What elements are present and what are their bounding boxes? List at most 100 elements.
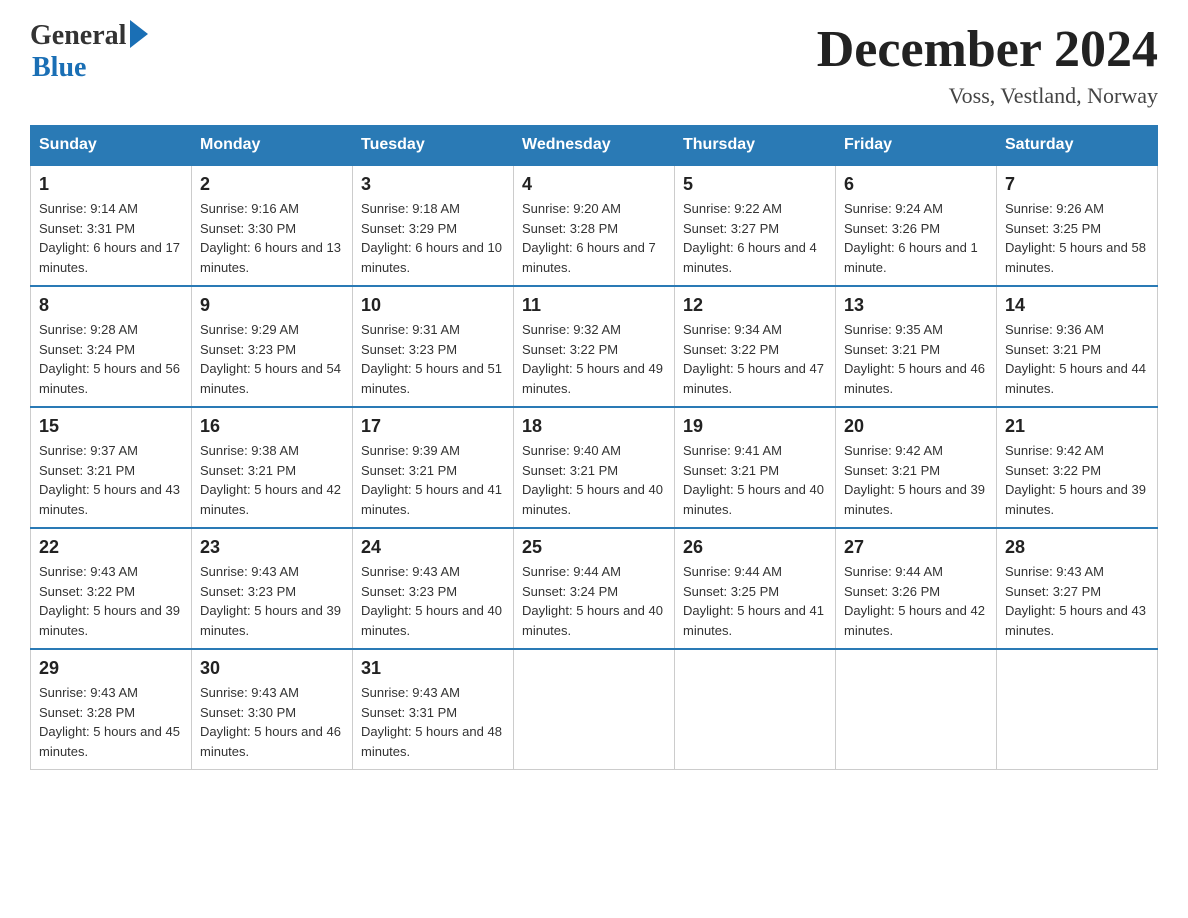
col-thursday: Thursday: [675, 126, 836, 166]
day-info: Sunrise: 9:36 AMSunset: 3:21 PMDaylight:…: [1005, 320, 1149, 398]
col-friday: Friday: [836, 126, 997, 166]
day-number: 18: [522, 416, 666, 437]
day-number: 26: [683, 537, 827, 558]
logo-blue-text: Blue: [32, 52, 86, 84]
col-saturday: Saturday: [997, 126, 1158, 166]
day-info: Sunrise: 9:34 AMSunset: 3:22 PMDaylight:…: [683, 320, 827, 398]
day-number: 14: [1005, 295, 1149, 316]
table-row: 30 Sunrise: 9:43 AMSunset: 3:30 PMDayligh…: [192, 649, 353, 770]
table-row: 17 Sunrise: 9:39 AMSunset: 3:21 PMDayligh…: [353, 407, 514, 528]
day-info: Sunrise: 9:39 AMSunset: 3:21 PMDaylight:…: [361, 441, 505, 519]
table-row: 1 Sunrise: 9:14 AMSunset: 3:31 PMDaylight…: [31, 165, 192, 286]
table-row: 28Sunrise: 9:43 AMSunset: 3:27 PMDayligh…: [997, 528, 1158, 649]
calendar-table: Sunday Monday Tuesday Wednesday Thursday…: [30, 125, 1158, 770]
table-row: 15 Sunrise: 9:37 AMSunset: 3:21 PMDayligh…: [31, 407, 192, 528]
day-number: 13: [844, 295, 988, 316]
table-row: [514, 649, 675, 770]
table-row: [836, 649, 997, 770]
table-row: 14 Sunrise: 9:36 AMSunset: 3:21 PMDayligh…: [997, 286, 1158, 407]
day-info: Sunrise: 9:24 AMSunset: 3:26 PMDaylight:…: [844, 199, 988, 277]
table-row: [675, 649, 836, 770]
day-number: 27: [844, 537, 988, 558]
table-row: [997, 649, 1158, 770]
table-row: 22Sunrise: 9:43 AMSunset: 3:22 PMDayligh…: [31, 528, 192, 649]
location-subtitle: Voss, Vestland, Norway: [817, 83, 1158, 109]
table-row: 25Sunrise: 9:44 AMSunset: 3:24 PMDayligh…: [514, 528, 675, 649]
table-row: 3Sunrise: 9:18 AMSunset: 3:29 PMDaylight…: [353, 165, 514, 286]
day-info: Sunrise: 9:42 AMSunset: 3:21 PMDaylight:…: [844, 441, 988, 519]
calendar-week-row: 8 Sunrise: 9:28 AMSunset: 3:24 PMDaylight…: [31, 286, 1158, 407]
table-row: 23 Sunrise: 9:43 AMSunset: 3:23 PMDayligh…: [192, 528, 353, 649]
day-number: 8: [39, 295, 183, 316]
table-row: 6 Sunrise: 9:24 AMSunset: 3:26 PMDaylight…: [836, 165, 997, 286]
day-info: Sunrise: 9:16 AMSunset: 3:30 PMDaylight:…: [200, 199, 344, 277]
table-row: 4 Sunrise: 9:20 AMSunset: 3:28 PMDaylight…: [514, 165, 675, 286]
day-number: 15: [39, 416, 183, 437]
day-info: Sunrise: 9:44 AMSunset: 3:26 PMDaylight:…: [844, 562, 988, 640]
day-number: 21: [1005, 416, 1149, 437]
table-row: 10Sunrise: 9:31 AMSunset: 3:23 PMDayligh…: [353, 286, 514, 407]
table-row: 26 Sunrise: 9:44 AMSunset: 3:25 PMDayligh…: [675, 528, 836, 649]
table-row: 24 Sunrise: 9:43 AMSunset: 3:23 PMDayligh…: [353, 528, 514, 649]
day-info: Sunrise: 9:43 AMSunset: 3:27 PMDaylight:…: [1005, 562, 1149, 640]
day-number: 17: [361, 416, 505, 437]
day-info: Sunrise: 9:43 AMSunset: 3:28 PMDaylight:…: [39, 683, 183, 761]
table-row: 20Sunrise: 9:42 AMSunset: 3:21 PMDayligh…: [836, 407, 997, 528]
day-number: 25: [522, 537, 666, 558]
day-info: Sunrise: 9:43 AMSunset: 3:23 PMDaylight:…: [200, 562, 344, 640]
table-row: 7Sunrise: 9:26 AMSunset: 3:25 PMDaylight…: [997, 165, 1158, 286]
logo-general-text: General: [30, 20, 126, 52]
calendar-header-row: Sunday Monday Tuesday Wednesday Thursday…: [31, 126, 1158, 166]
table-row: 2 Sunrise: 9:16 AMSunset: 3:30 PMDaylight…: [192, 165, 353, 286]
day-info: Sunrise: 9:18 AMSunset: 3:29 PMDaylight:…: [361, 199, 505, 277]
day-info: Sunrise: 9:41 AMSunset: 3:21 PMDaylight:…: [683, 441, 827, 519]
day-info: Sunrise: 9:14 AMSunset: 3:31 PMDaylight:…: [39, 199, 183, 277]
logo: General Blue: [30, 20, 148, 84]
table-row: 5 Sunrise: 9:22 AMSunset: 3:27 PMDaylight…: [675, 165, 836, 286]
title-block: December 2024 Voss, Vestland, Norway: [817, 20, 1158, 109]
logo-arrow-icon: [130, 20, 148, 48]
col-monday: Monday: [192, 126, 353, 166]
day-number: 4: [522, 174, 666, 195]
calendar-week-row: 1 Sunrise: 9:14 AMSunset: 3:31 PMDaylight…: [31, 165, 1158, 286]
day-number: 5: [683, 174, 827, 195]
day-info: Sunrise: 9:43 AMSunset: 3:30 PMDaylight:…: [200, 683, 344, 761]
page-header: General Blue December 2024 Voss, Vestlan…: [30, 20, 1158, 109]
day-number: 6: [844, 174, 988, 195]
day-info: Sunrise: 9:22 AMSunset: 3:27 PMDaylight:…: [683, 199, 827, 277]
day-number: 16: [200, 416, 344, 437]
table-row: 21 Sunrise: 9:42 AMSunset: 3:22 PMDayligh…: [997, 407, 1158, 528]
table-row: 13 Sunrise: 9:35 AMSunset: 3:21 PMDayligh…: [836, 286, 997, 407]
calendar-week-row: 22Sunrise: 9:43 AMSunset: 3:22 PMDayligh…: [31, 528, 1158, 649]
day-info: Sunrise: 9:42 AMSunset: 3:22 PMDaylight:…: [1005, 441, 1149, 519]
table-row: 27 Sunrise: 9:44 AMSunset: 3:26 PMDayligh…: [836, 528, 997, 649]
day-info: Sunrise: 9:20 AMSunset: 3:28 PMDaylight:…: [522, 199, 666, 277]
day-info: Sunrise: 9:37 AMSunset: 3:21 PMDaylight:…: [39, 441, 183, 519]
day-number: 7: [1005, 174, 1149, 195]
table-row: 9 Sunrise: 9:29 AMSunset: 3:23 PMDaylight…: [192, 286, 353, 407]
day-number: 11: [522, 295, 666, 316]
month-title: December 2024: [817, 20, 1158, 79]
day-number: 29: [39, 658, 183, 679]
day-info: Sunrise: 9:31 AMSunset: 3:23 PMDaylight:…: [361, 320, 505, 398]
day-number: 19: [683, 416, 827, 437]
day-info: Sunrise: 9:38 AMSunset: 3:21 PMDaylight:…: [200, 441, 344, 519]
day-info: Sunrise: 9:35 AMSunset: 3:21 PMDaylight:…: [844, 320, 988, 398]
day-number: 2: [200, 174, 344, 195]
table-row: 16 Sunrise: 9:38 AMSunset: 3:21 PMDayligh…: [192, 407, 353, 528]
day-number: 1: [39, 174, 183, 195]
col-wednesday: Wednesday: [514, 126, 675, 166]
calendar-week-row: 29 Sunrise: 9:43 AMSunset: 3:28 PMDayligh…: [31, 649, 1158, 770]
day-info: Sunrise: 9:43 AMSunset: 3:31 PMDaylight:…: [361, 683, 505, 761]
day-number: 24: [361, 537, 505, 558]
day-info: Sunrise: 9:43 AMSunset: 3:23 PMDaylight:…: [361, 562, 505, 640]
day-number: 9: [200, 295, 344, 316]
day-info: Sunrise: 9:29 AMSunset: 3:23 PMDaylight:…: [200, 320, 344, 398]
day-number: 30: [200, 658, 344, 679]
table-row: 18Sunrise: 9:40 AMSunset: 3:21 PMDayligh…: [514, 407, 675, 528]
day-number: 23: [200, 537, 344, 558]
calendar-week-row: 15 Sunrise: 9:37 AMSunset: 3:21 PMDayligh…: [31, 407, 1158, 528]
day-info: Sunrise: 9:28 AMSunset: 3:24 PMDaylight:…: [39, 320, 183, 398]
day-info: Sunrise: 9:44 AMSunset: 3:25 PMDaylight:…: [683, 562, 827, 640]
day-info: Sunrise: 9:43 AMSunset: 3:22 PMDaylight:…: [39, 562, 183, 640]
